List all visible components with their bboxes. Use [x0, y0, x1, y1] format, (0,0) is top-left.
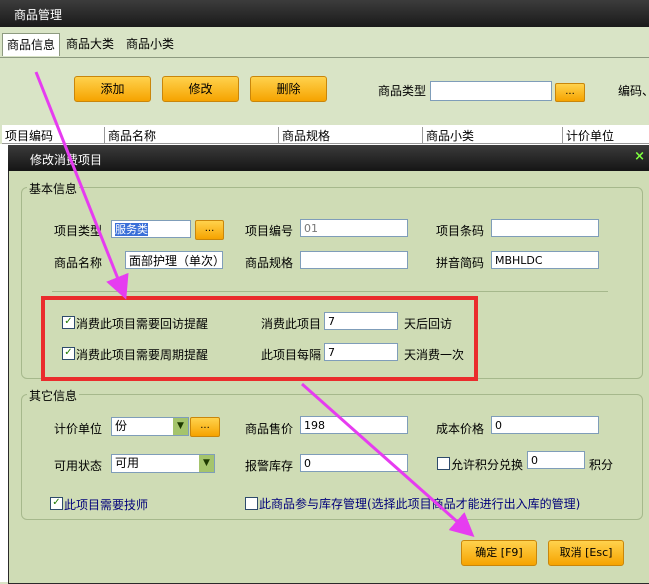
- other-info-legend: 其它信息: [27, 387, 80, 404]
- product-name-input[interactable]: 面部护理（单次）: [125, 251, 225, 269]
- window-title: 商品管理: [14, 8, 63, 22]
- points-unit-label: 积分: [589, 458, 614, 472]
- status-label: 可用状态: [54, 459, 103, 473]
- main-window-titlebar: 商品管理: [0, 0, 649, 27]
- item-barcode-input[interactable]: [491, 219, 599, 237]
- item-type-label: 项目类型: [54, 224, 103, 238]
- points-exchange-checkbox[interactable]: [437, 457, 450, 470]
- col-unit[interactable]: 计价单位: [562, 127, 614, 143]
- inventory-managed-label: 此商品参与库存管理(选择此项目商品才能进行出入库的管理): [259, 497, 581, 511]
- status-value: 可用: [115, 456, 140, 470]
- chevron-down-icon: ▼: [173, 418, 188, 435]
- price-input[interactable]: 198: [300, 416, 408, 434]
- item-code-input[interactable]: 01: [300, 219, 408, 237]
- points-exchange-label: 允许积分兑换: [451, 458, 524, 472]
- col-product-spec[interactable]: 商品规格: [278, 127, 330, 143]
- points-input[interactable]: 0: [527, 451, 585, 469]
- price-label: 商品售价: [245, 422, 294, 436]
- unit-value: 份: [115, 419, 128, 433]
- item-barcode-label: 项目条码: [436, 224, 485, 238]
- pinyin-code-input[interactable]: MBHLDC: [491, 251, 599, 269]
- chevron-down-icon: ▼: [199, 455, 214, 472]
- product-type-label: 商品类型: [378, 84, 427, 98]
- item-type-value: 服务类: [115, 223, 148, 236]
- grid-header: 项目编码 商品名称 商品规格 商品小类 计价单位: [2, 125, 649, 144]
- item-code-label: 项目编号: [245, 224, 294, 238]
- highlight-box: [41, 296, 478, 381]
- pinyin-code-label: 拼音简码: [436, 256, 485, 270]
- tab-product-subcategory[interactable]: 商品小类: [122, 33, 178, 55]
- tab-bar: 商品信息 商品大类 商品小类: [0, 27, 649, 58]
- product-spec-input[interactable]: [300, 251, 408, 269]
- dialog-titlebar: 修改消费项目 ×: [8, 145, 649, 171]
- col-item-code[interactable]: 项目编码: [2, 127, 53, 143]
- dialog-title: 修改消费项目: [30, 153, 103, 167]
- tab-product-category[interactable]: 商品大类: [62, 33, 118, 55]
- col-product-name[interactable]: 商品名称: [104, 127, 156, 143]
- alert-stock-label: 报警库存: [245, 459, 294, 473]
- cost-label: 成本价格: [436, 422, 485, 436]
- cancel-button[interactable]: 取消 [Esc]: [548, 540, 624, 566]
- item-type-browse-button[interactable]: ...: [195, 220, 224, 240]
- product-type-browse-button[interactable]: ...: [555, 83, 585, 102]
- divider: [52, 291, 608, 292]
- status-select[interactable]: 可用 ▼: [111, 454, 215, 473]
- requires-technician-checkbox[interactable]: ✓: [50, 497, 63, 510]
- delete-button[interactable]: 删除: [250, 76, 327, 102]
- unit-browse-button[interactable]: ...: [190, 417, 220, 437]
- product-type-input[interactable]: [430, 81, 552, 101]
- alert-stock-input[interactable]: 0: [300, 454, 408, 472]
- edit-button[interactable]: 修改: [162, 76, 239, 102]
- add-button[interactable]: 添加: [74, 76, 151, 102]
- basic-info-legend: 基本信息: [27, 180, 80, 197]
- inventory-managed-checkbox[interactable]: [245, 497, 258, 510]
- close-icon[interactable]: ×: [634, 149, 645, 164]
- tab-product-info[interactable]: 商品信息: [2, 33, 61, 56]
- code-filter-label: 编码、: [618, 84, 649, 98]
- unit-label: 计价单位: [54, 422, 103, 436]
- unit-select[interactable]: 份 ▼: [111, 417, 189, 436]
- requires-technician-label: 此项目需要技师: [64, 498, 149, 512]
- item-type-input[interactable]: 服务类: [111, 220, 191, 238]
- product-name-label: 商品名称: [54, 256, 103, 270]
- cost-input[interactable]: 0: [491, 416, 599, 434]
- col-product-subcategory[interactable]: 商品小类: [422, 127, 474, 143]
- confirm-button[interactable]: 确定 [F9]: [461, 540, 537, 566]
- product-spec-label: 商品规格: [245, 256, 294, 270]
